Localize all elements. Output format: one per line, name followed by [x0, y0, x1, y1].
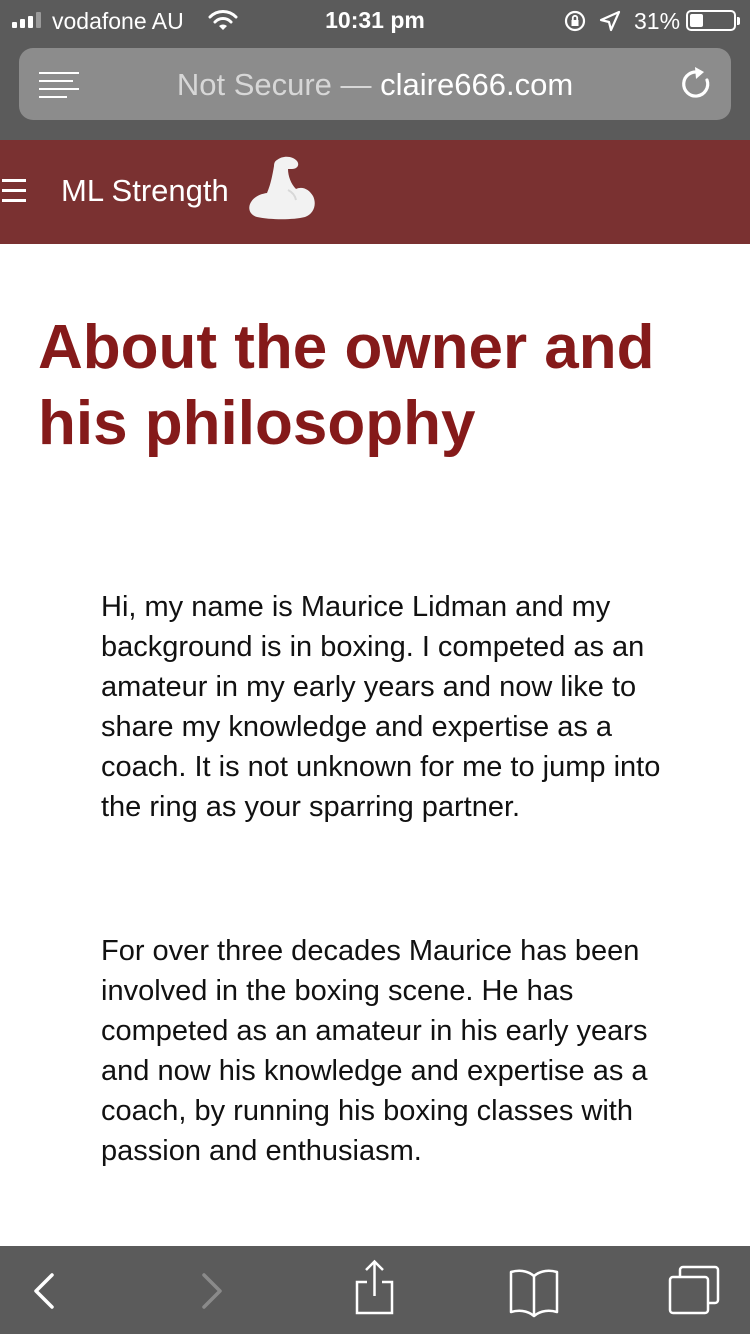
back-chevron-icon[interactable] — [0, 1246, 90, 1334]
security-label: Not Secure — — [176, 67, 372, 102]
address-bar[interactable]: Not Secure — claire666.com — [19, 48, 731, 120]
url-text[interactable]: Not Secure — claire666.com — [19, 67, 731, 103]
browser-chrome: Not Secure — claire666.com — [0, 40, 750, 140]
battery-icon — [686, 10, 740, 31]
url-domain: claire666.com — [380, 67, 574, 102]
page-title: About the owner and his philosophy — [38, 313, 655, 458]
reload-icon[interactable] — [679, 66, 713, 102]
share-icon[interactable] — [329, 1246, 419, 1334]
flexed-bicep-icon — [249, 156, 315, 220]
hamburger-icon[interactable] — [2, 179, 28, 203]
site-brand[interactable]: ML Strength — [61, 173, 229, 209]
site-header: ML Strength — [0, 140, 750, 244]
tabs-icon[interactable] — [648, 1246, 738, 1334]
browser-toolbar — [0, 1246, 750, 1334]
battery-percent: 31% — [634, 8, 681, 34]
forward-chevron-icon[interactable] — [166, 1246, 256, 1334]
location-arrow-icon — [599, 10, 621, 32]
intro-paragraph: Hi, my name is Maurice Lidman and my bac… — [101, 591, 661, 823]
bookmarks-book-icon[interactable] — [489, 1246, 579, 1334]
status-bar: vodafone AU 10:31 pm 31% — [0, 0, 750, 40]
bio-paragraph: For over three decades Maurice has been … — [101, 935, 648, 1167]
rotation-lock-icon — [564, 10, 586, 32]
